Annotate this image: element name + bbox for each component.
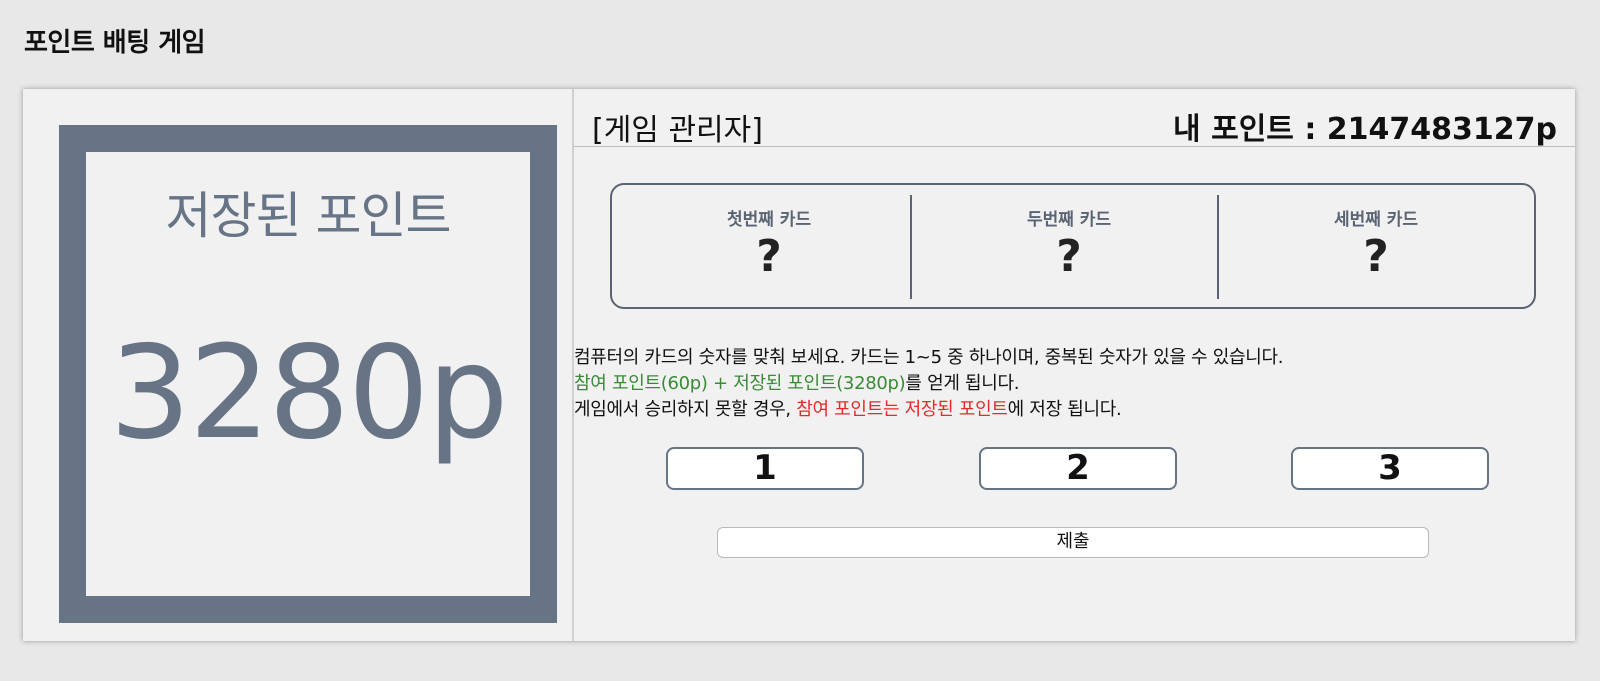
saved-points-frame: 저장된 포인트 3280p <box>59 125 557 623</box>
admin-label: [게임 관리자] <box>592 113 763 148</box>
instruction-line-2: 참여 포인트(60p) + 저장된 포인트(3280p)를 얻게 됩니다. <box>574 369 1020 395</box>
my-points: 내 포인트 : 2147483127p <box>1173 112 1557 147</box>
card-value: ? <box>1363 231 1389 282</box>
loss-text-suffix: 에 저장 됩니다. <box>1007 399 1122 420</box>
game-panel: [게임 관리자] 내 포인트 : 2147483127p 첫번째 카드 ? 두번… <box>574 89 1575 641</box>
instruction-line-1: 컴퓨터의 카드의 숫자를 맞춰 보세요. 카드는 1~5 중 하나이며, 중복된… <box>574 347 1284 368</box>
saved-points-value: 3280p <box>109 319 509 468</box>
card-title: 세번째 카드 <box>1333 210 1419 230</box>
card-third: 세번째 카드 ? <box>1219 185 1533 307</box>
card-second: 두번째 카드 ? <box>912 185 1226 307</box>
card-first: 첫번째 카드 ? <box>612 185 926 307</box>
saved-points-inner: 저장된 포인트 3280p <box>86 152 530 596</box>
number-button-2[interactable]: 2 <box>979 447 1177 490</box>
loss-text-highlight: 참여 포인트는 저장된 포인트 <box>796 399 1008 420</box>
reward-text: 참여 포인트(60p) + 저장된 포인트(3280p) <box>574 373 906 394</box>
card-value: ? <box>756 231 782 282</box>
saved-points-panel: 저장된 포인트 3280p <box>23 89 574 641</box>
saved-points-label: 저장된 포인트 <box>165 187 452 245</box>
card-title: 두번째 카드 <box>1026 210 1112 230</box>
cards-box: 첫번째 카드 ? 두번째 카드 ? 세번째 카드 ? <box>610 183 1536 309</box>
instruction-line-3: 게임에서 승리하지 못할 경우, 참여 포인트는 저장된 포인트에 저장 됩니다… <box>574 395 1122 421</box>
card-value: ? <box>1056 231 1082 282</box>
loss-text-prefix: 게임에서 승리하지 못할 경우, <box>574 399 797 420</box>
game-board: 저장된 포인트 3280p [게임 관리자] 내 포인트 : 214748312… <box>23 89 1575 641</box>
number-button-3[interactable]: 3 <box>1291 447 1489 490</box>
card-title: 첫번째 카드 <box>726 210 812 230</box>
page-title: 포인트 배팅 게임 <box>24 28 206 58</box>
header-divider <box>574 146 1575 147</box>
number-button-1[interactable]: 1 <box>666 447 864 490</box>
reward-text-suffix: 를 얻게 됩니다. <box>905 373 1020 394</box>
submit-button[interactable]: 제출 <box>717 527 1429 558</box>
